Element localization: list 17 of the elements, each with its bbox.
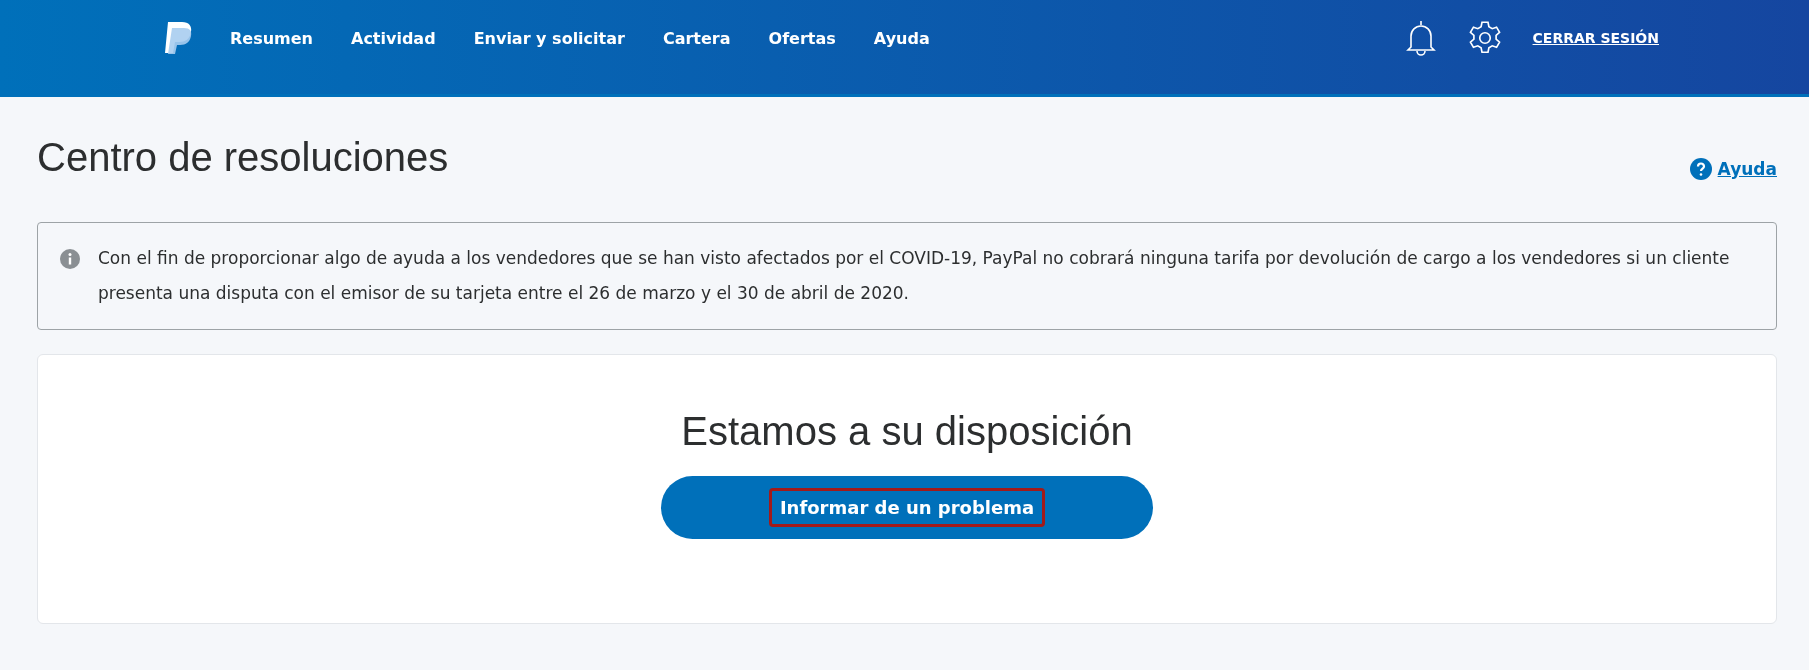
card-heading: Estamos a su disposición <box>681 409 1133 454</box>
nav-link[interactable]: Ayuda <box>873 28 930 48</box>
notice-text: Con el fin de proporcionar algo de ayuda a los vendedores que se han visto afectados por el COVID-19, PayPal no cobrará ninguna tarifa por devolución de cargo a los vendedores si un cliente presenta una disputa con el emisor de su tarjeta entre el 26 de marzo y el 30 de abril de 2020. <box>98 247 1731 305</box>
help-label[interactable]: Ayuda <box>1717 158 1777 179</box>
nav-link[interactable]: Actividad <box>351 28 436 48</box>
report-problem-button[interactable]: Informar de un problema <box>661 476 1153 539</box>
help-icon <box>1689 157 1712 180</box>
page-title: Centro de resoluciones <box>37 135 449 180</box>
nav-link[interactable]: Ofertas <box>768 28 836 48</box>
settings-icon[interactable] <box>1466 20 1503 56</box>
help-link[interactable]: Ayuda <box>1689 157 1777 180</box>
nav-link[interactable]: Cartera <box>662 28 731 48</box>
bell-icon[interactable] <box>1404 20 1437 56</box>
info-icon <box>60 249 80 269</box>
nav-link[interactable]: Enviar y solicitar <box>473 28 625 48</box>
nav-link[interactable]: Resumen <box>230 28 313 48</box>
logout-link[interactable]: CERRAR SESIÓN <box>1532 30 1659 46</box>
